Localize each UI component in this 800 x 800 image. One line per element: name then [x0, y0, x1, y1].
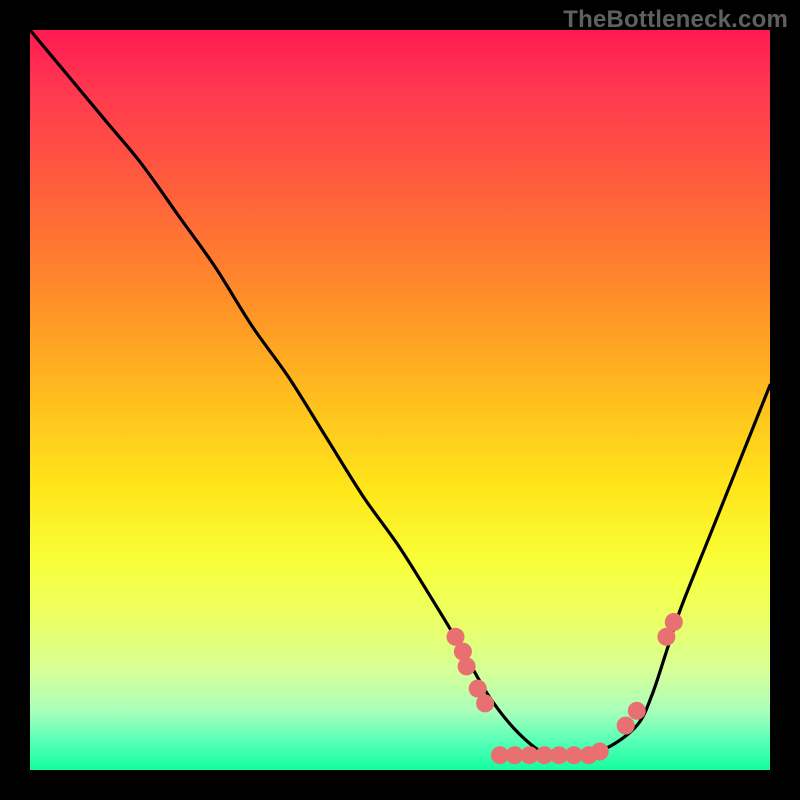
bottleneck-curve	[30, 30, 770, 757]
marker-dot	[591, 743, 609, 761]
plot-area	[30, 30, 770, 770]
marker-dot	[476, 694, 494, 712]
marker-dot	[628, 702, 646, 720]
curve-svg	[30, 30, 770, 770]
watermark-text: TheBottleneck.com	[563, 6, 788, 34]
marker-dot	[458, 657, 476, 675]
marker-dots	[447, 613, 683, 764]
marker-dot	[665, 613, 683, 631]
marker-dot	[617, 717, 635, 735]
chart-frame: TheBottleneck.com	[0, 0, 800, 800]
